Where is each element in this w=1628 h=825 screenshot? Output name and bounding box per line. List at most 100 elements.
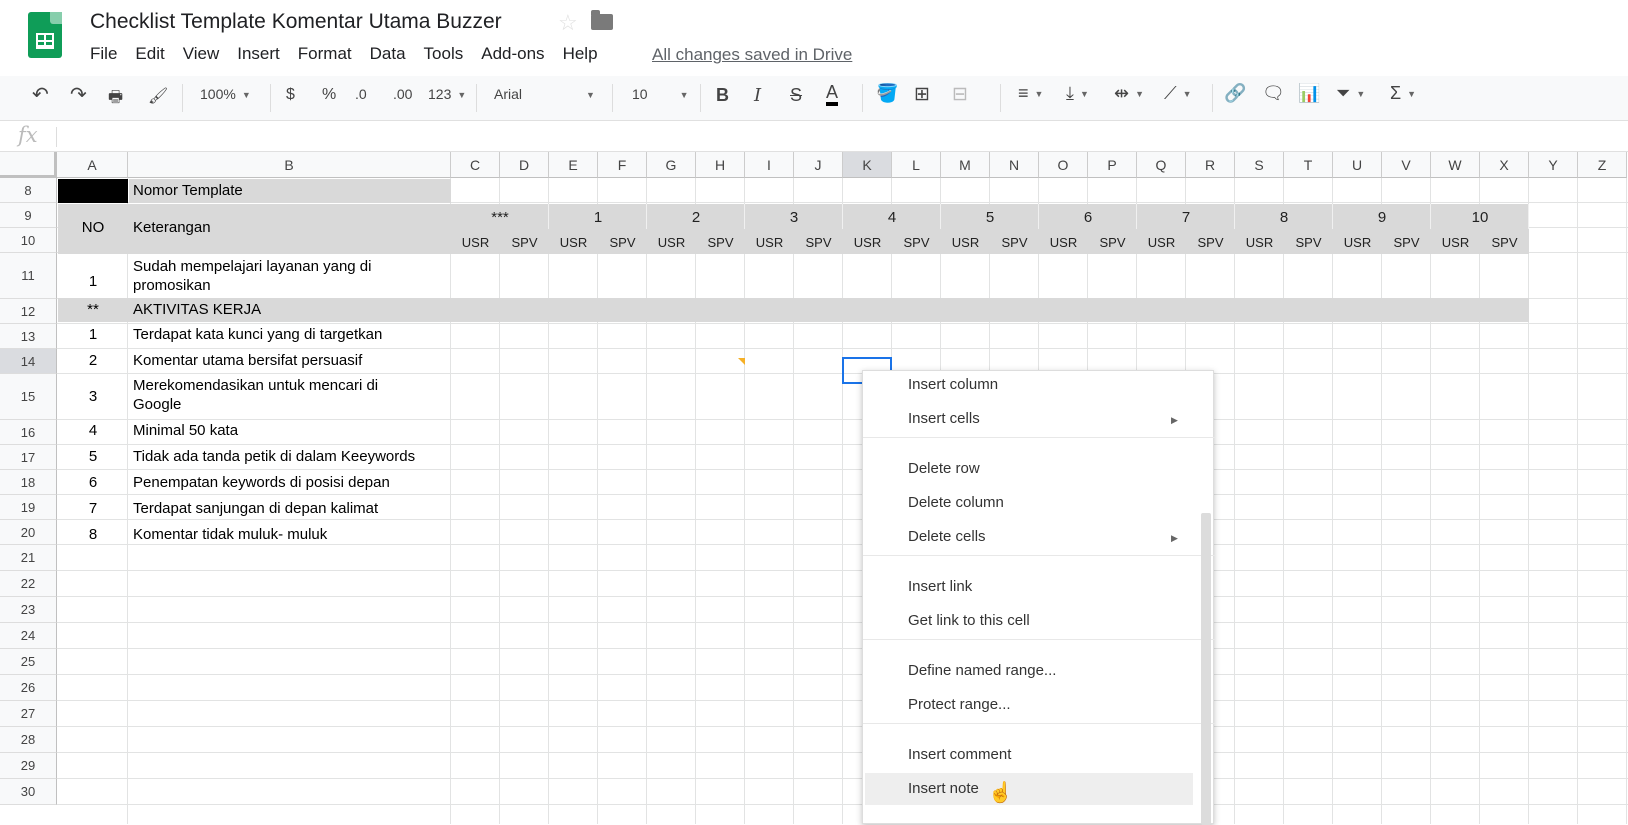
menu-get-link[interactable]: Get link to this cell bbox=[908, 612, 1030, 629]
menu-insert-comment[interactable]: Insert comment bbox=[908, 746, 1011, 763]
text-rotation-icon[interactable]: ⟋ ▼ bbox=[1164, 83, 1192, 104]
fill-color-icon[interactable]: 🪣 bbox=[876, 83, 898, 104]
menu-delete-column[interactable]: Delete column bbox=[908, 494, 1004, 511]
menu-scrollbar[interactable] bbox=[1201, 513, 1211, 825]
column-header-j[interactable]: J bbox=[794, 152, 843, 178]
star-icon[interactable]: ☆ bbox=[558, 10, 578, 36]
row-header-26[interactable]: 26 bbox=[0, 675, 57, 701]
decrease-decimal-button[interactable]: .0 bbox=[355, 86, 367, 102]
row-header-24[interactable]: 24 bbox=[0, 623, 57, 649]
menu-data[interactable]: Data bbox=[370, 44, 406, 66]
menu-addons[interactable]: Add-ons bbox=[481, 44, 544, 66]
column-header-l[interactable]: L bbox=[892, 152, 941, 178]
row-header-11[interactable]: 11 bbox=[0, 253, 57, 299]
insert-chart-icon[interactable]: 📊 bbox=[1298, 83, 1320, 104]
menu-edit[interactable]: Edit bbox=[135, 44, 164, 66]
merge-cells-icon[interactable]: ⊟ bbox=[952, 83, 968, 106]
strikethrough-icon[interactable]: S bbox=[790, 85, 802, 106]
font-size-select[interactable]: 10 ▼ bbox=[632, 86, 689, 102]
row-header-25[interactable]: 25 bbox=[0, 649, 57, 675]
filter-icon[interactable]: ⏷ ▼ bbox=[1336, 83, 1365, 104]
text-color-icon[interactable]: A bbox=[826, 82, 839, 106]
formula-input[interactable] bbox=[66, 125, 1566, 147]
sheets-logo-icon[interactable] bbox=[28, 12, 62, 58]
column-header-a[interactable]: A bbox=[57, 152, 128, 178]
select-all-corner[interactable] bbox=[0, 152, 57, 178]
row-header-14[interactable]: 14 bbox=[0, 349, 57, 374]
column-header-x[interactable]: X bbox=[1480, 152, 1529, 178]
menu-file[interactable]: File bbox=[90, 44, 117, 66]
column-header-z[interactable]: Z bbox=[1578, 152, 1627, 178]
row-header-28[interactable]: 28 bbox=[0, 727, 57, 753]
menu-insert-note[interactable]: Insert note bbox=[908, 780, 979, 797]
menu-tools[interactable]: Tools bbox=[424, 44, 464, 66]
column-header-h[interactable]: H bbox=[696, 152, 745, 178]
row-header-21[interactable]: 21 bbox=[0, 545, 57, 571]
borders-icon[interactable]: ⊞ bbox=[914, 83, 930, 106]
menu-help[interactable]: Help bbox=[563, 44, 598, 66]
row-header-15[interactable]: 15 bbox=[0, 374, 57, 420]
column-header-c[interactable]: C bbox=[451, 152, 500, 178]
row-header-12[interactable]: 12 bbox=[0, 299, 57, 324]
document-title[interactable]: Checklist Template Komentar Utama Buzzer bbox=[90, 10, 502, 34]
cell-a8-black[interactable] bbox=[58, 179, 128, 203]
menu-define-named-range[interactable]: Define named range... bbox=[908, 662, 1056, 679]
text-wrap-icon[interactable]: ⇹ ▼ bbox=[1114, 83, 1144, 104]
currency-format-button[interactable]: $ bbox=[286, 86, 295, 104]
insert-comment-icon[interactable]: 🗨 bbox=[1262, 83, 1285, 104]
column-header-g[interactable]: G bbox=[647, 152, 696, 178]
row-header-10[interactable]: 10 bbox=[0, 228, 57, 253]
column-header-t[interactable]: T bbox=[1284, 152, 1333, 178]
row-header-19[interactable]: 19 bbox=[0, 495, 57, 520]
row-header-30[interactable]: 30 bbox=[0, 779, 57, 805]
row-header-22[interactable]: 22 bbox=[0, 571, 57, 597]
row-header-27[interactable]: 27 bbox=[0, 701, 57, 727]
menu-delete-row[interactable]: Delete row bbox=[908, 460, 980, 477]
row-header-20[interactable]: 20 bbox=[0, 520, 57, 545]
functions-icon[interactable]: Σ ▼ bbox=[1390, 83, 1416, 104]
row-header-29[interactable]: 29 bbox=[0, 753, 57, 779]
row-header-9[interactable]: 9 bbox=[0, 203, 57, 228]
bold-icon[interactable]: B bbox=[716, 85, 729, 106]
menu-format[interactable]: Format bbox=[298, 44, 352, 66]
spreadsheet-grid[interactable]: A B C D E F G H I J K L M N O P Q R S T U V W X Y Z 8 9 10 11 12 13 14 15… bbox=[0, 152, 1628, 824]
column-header-p[interactable]: P bbox=[1088, 152, 1137, 178]
column-header-q[interactable]: Q bbox=[1137, 152, 1186, 178]
column-header-i[interactable]: I bbox=[745, 152, 794, 178]
paint-format-icon[interactable]: 🖌 bbox=[148, 86, 168, 106]
undo-icon[interactable]: ↶ bbox=[32, 82, 49, 107]
insert-link-icon[interactable]: 🔗 bbox=[1224, 83, 1246, 104]
column-header-k[interactable]: K bbox=[843, 152, 892, 178]
row-header-16[interactable]: 16 bbox=[0, 420, 57, 445]
redo-icon[interactable]: ↷ bbox=[70, 82, 87, 107]
menu-insert[interactable]: Insert bbox=[237, 44, 280, 66]
increase-decimal-button[interactable]: .00 bbox=[393, 86, 412, 102]
column-header-d[interactable]: D bbox=[500, 152, 549, 178]
column-header-n[interactable]: N bbox=[990, 152, 1039, 178]
print-icon[interactable]: 🖶 bbox=[108, 86, 123, 113]
column-header-m[interactable]: M bbox=[941, 152, 990, 178]
horizontal-align-icon[interactable]: ≡ ▼ bbox=[1018, 83, 1043, 104]
row-header-8[interactable]: 8 bbox=[0, 178, 57, 203]
vertical-align-icon[interactable]: ⤓ ▼ bbox=[1066, 83, 1089, 104]
menu-insert-column[interactable]: Insert column bbox=[908, 376, 998, 393]
column-header-w[interactable]: W bbox=[1431, 152, 1480, 178]
menu-protect-range[interactable]: Protect range... bbox=[908, 696, 1011, 713]
column-header-u[interactable]: U bbox=[1333, 152, 1382, 178]
row-header-13[interactable]: 13 bbox=[0, 324, 57, 349]
row-header-23[interactable]: 23 bbox=[0, 597, 57, 623]
column-header-y[interactable]: Y bbox=[1529, 152, 1578, 178]
more-formats-button[interactable]: 123 ▼ bbox=[428, 86, 466, 102]
save-status-link[interactable]: All changes saved in Drive bbox=[652, 45, 852, 65]
column-header-v[interactable]: V bbox=[1382, 152, 1431, 178]
row-header-17[interactable]: 17 bbox=[0, 445, 57, 470]
percent-format-button[interactable]: % bbox=[322, 86, 336, 104]
column-header-b[interactable]: B bbox=[128, 152, 451, 178]
menu-view[interactable]: View bbox=[183, 44, 220, 66]
column-header-s[interactable]: S bbox=[1235, 152, 1284, 178]
italic-icon[interactable]: I bbox=[754, 85, 761, 106]
column-header-f[interactable]: F bbox=[598, 152, 647, 178]
column-header-o[interactable]: O bbox=[1039, 152, 1088, 178]
zoom-select[interactable]: 100% ▼ bbox=[200, 86, 251, 102]
folder-icon[interactable] bbox=[591, 10, 613, 30]
